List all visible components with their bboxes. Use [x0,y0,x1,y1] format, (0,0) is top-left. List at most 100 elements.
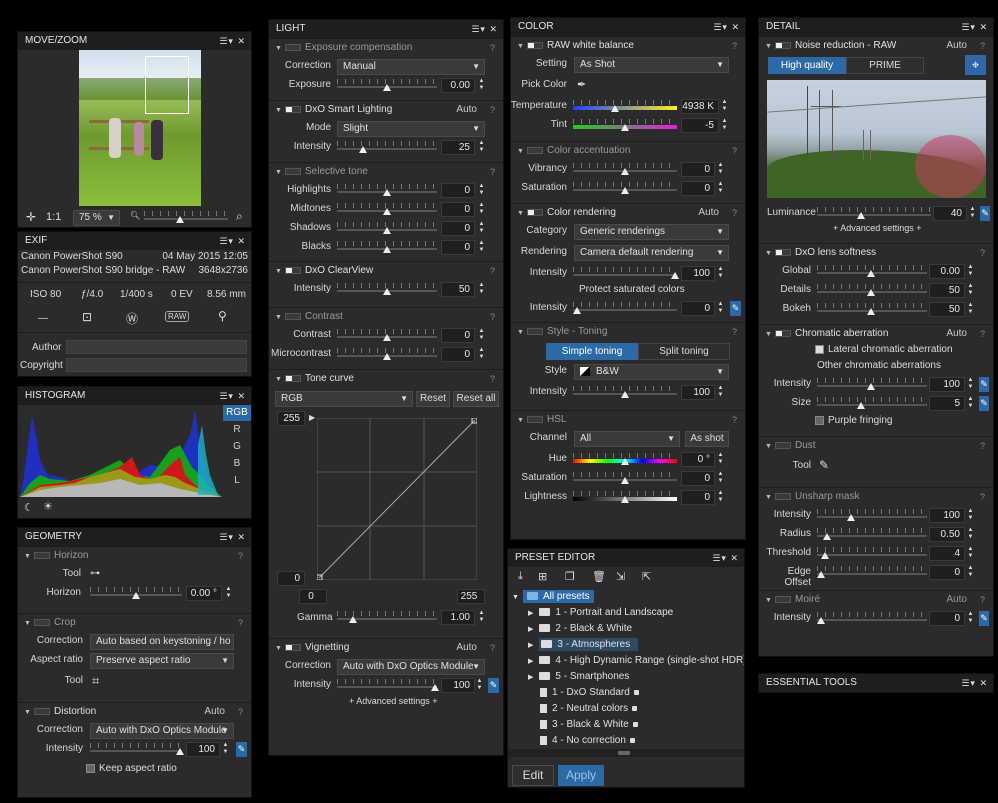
collapse-arrow-icon[interactable]: ▼ [765,592,773,610]
rendering-toggle[interactable] [527,208,543,216]
distortion-intensity-value[interactable]: 100 [186,742,220,757]
collapse-arrow-icon[interactable]: ▼ [517,412,525,430]
dust-header[interactable]: ▼ Dust? [759,437,993,455]
tree-scrollbar[interactable] [508,749,744,757]
shadow-clipping-icon[interactable]: ☾ [24,501,34,514]
tint-slider[interactable] [573,119,677,131]
temperature-value[interactable]: 4938 K [681,99,719,114]
auto-label[interactable]: Auto [946,37,967,55]
purple-fringing-checkbox[interactable]: Purple fringing [815,415,892,426]
tree-folder[interactable]: ▶ 2 - Black & White [528,621,632,637]
collapse-arrow-icon[interactable]: ▼ [275,102,283,120]
microcontrast-value[interactable]: 0 [441,347,475,362]
help-icon[interactable]: ? [238,547,243,565]
tone-bottom-input[interactable]: 0 [277,571,305,586]
rendering-select[interactable]: Camera default rendering ▼ [574,245,729,261]
auto-label[interactable]: Auto [456,101,477,119]
spinner[interactable]: ▲ ▼ [478,240,485,255]
tone-reset-all-button[interactable]: Reset all [453,391,499,407]
collapse-arrow-icon[interactable]: ▼ [765,38,773,56]
author-field[interactable] [66,340,247,354]
crop-correction-select[interactable]: Auto based on keystoning / ho [90,634,234,650]
panel-menu-icon[interactable]: ☰▾ ✕ [713,18,740,36]
vignetting-advanced-link[interactable]: + Advanced settings + [349,696,438,706]
horizon-toggle[interactable] [34,551,50,559]
auto-label[interactable]: Auto [946,325,967,343]
spinner[interactable]: ▲ ▼ [969,206,976,221]
contrast-toggle[interactable] [285,312,301,320]
collapse-arrow-icon[interactable]: ▼ [517,38,525,56]
saturation-slider[interactable] [573,182,677,194]
collapse-arrow-icon[interactable]: ▼ [765,438,773,456]
radius-value[interactable]: 0.50 [929,527,965,542]
exposure-value[interactable]: 0.00 [441,78,475,93]
auto-wand-icon[interactable]: ✎ [979,611,989,626]
spinner[interactable]: ▲ ▼ [717,181,724,196]
distortion-intensity-slider[interactable] [90,743,184,755]
crop-toggle[interactable] [34,618,50,626]
new-preset-icon[interactable]: ⤓ [518,570,523,583]
rendering-intensity-value[interactable]: 100 [681,266,715,281]
collapse-arrow-icon[interactable]: ▼ [765,489,773,507]
wb-setting-select[interactable]: As Shot ▼ [574,57,729,73]
prime-tab[interactable]: PRIME [846,57,924,74]
import-preset-icon[interactable]: ⇲ [616,570,625,583]
edge-offset-slider[interactable] [817,566,927,578]
gamma-slider[interactable] [337,611,437,623]
channel-b[interactable]: B [223,455,251,472]
distortion-toggle[interactable] [34,707,50,715]
tone-x-min[interactable]: 0 [299,589,327,604]
unsharp-intensity-value[interactable]: 100 [929,508,965,523]
crop-tool-icon[interactable]: ⌗ [92,673,99,689]
noise-toggle[interactable] [775,41,791,49]
auto-wand-icon[interactable]: ✎ [236,742,247,757]
panel-menu-icon[interactable]: ☰▾ ✕ [961,18,988,36]
color-accentuation-header[interactable]: ▼ Color accentuation? [511,142,745,160]
tone-curve-toggle[interactable] [285,374,301,382]
copyright-field[interactable] [66,358,247,372]
collapse-arrow-icon[interactable]: ▼ [517,143,525,161]
threshold-slider[interactable] [817,547,927,559]
collapse-arrow-icon[interactable]: ▼ [517,324,525,342]
tree-preset[interactable]: 3 - Black & White [540,717,638,733]
spinner[interactable]: ▲ ▼ [478,347,485,362]
lightness-slider[interactable] [573,491,677,503]
horizon-tool-icon[interactable]: ⊶ [90,568,100,579]
spinner[interactable]: ▲ ▼ [721,99,728,114]
spinner[interactable]: ▲ ▼ [478,202,485,217]
tone-black-point-marker[interactable]: ▶ [309,413,315,422]
contrast-slider[interactable] [337,329,437,341]
noise-preview-image[interactable] [767,80,986,198]
help-icon[interactable]: ? [732,323,737,341]
blacks-slider[interactable] [337,241,437,253]
threshold-value[interactable]: 4 [929,546,965,561]
collapse-arrow-icon[interactable]: ▼ [275,309,283,327]
selective-tone-header[interactable]: ▼ Selective tone? [269,163,503,181]
moire-header[interactable]: ▼ Moiré Auto? [759,591,993,609]
zoom-slider[interactable] [144,211,228,223]
color-rendering-header[interactable]: ▼ Color rendering Auto? [511,204,745,222]
auto-wand-icon[interactable]: ✎ [730,301,741,316]
split-toning-tab[interactable]: Split toning [638,343,730,360]
global-slider[interactable] [817,265,927,277]
collapse-arrow-icon[interactable]: ▼ [275,640,283,658]
luminance-value[interactable]: 40 [933,206,967,221]
moire-toggle[interactable] [775,595,791,603]
spinner[interactable]: ▲ ▼ [967,546,974,561]
smart-intensity-slider[interactable] [337,141,437,153]
spinner[interactable]: ▲ ▼ [478,221,485,236]
tone-curve-graph[interactable] [317,418,477,580]
smart-intensity-value[interactable]: 25 [441,140,475,155]
spinner[interactable]: ▲ ▼ [717,301,724,316]
category-select[interactable]: Generic renderings ▼ [574,224,729,240]
exposure-correction-select[interactable]: Manual ▼ [337,59,485,75]
spinner[interactable]: ▲ ▼ [967,508,974,523]
edge-offset-value[interactable]: 0 [929,565,965,580]
panel-title[interactable]: ESSENTIAL TOOLS ☰▾ ✕ [759,674,993,692]
hsl-channel-select[interactable]: All ▼ [574,431,680,447]
noise-reduction-header[interactable]: ▼ Noise reduction - RAW Auto? [759,37,993,55]
zoom-in-icon[interactable]: ⌕ [236,209,243,224]
tree-preset[interactable]: 4 - No correction [540,733,635,745]
spinner[interactable]: ▲ ▼ [717,452,724,467]
details-slider[interactable] [817,284,927,296]
